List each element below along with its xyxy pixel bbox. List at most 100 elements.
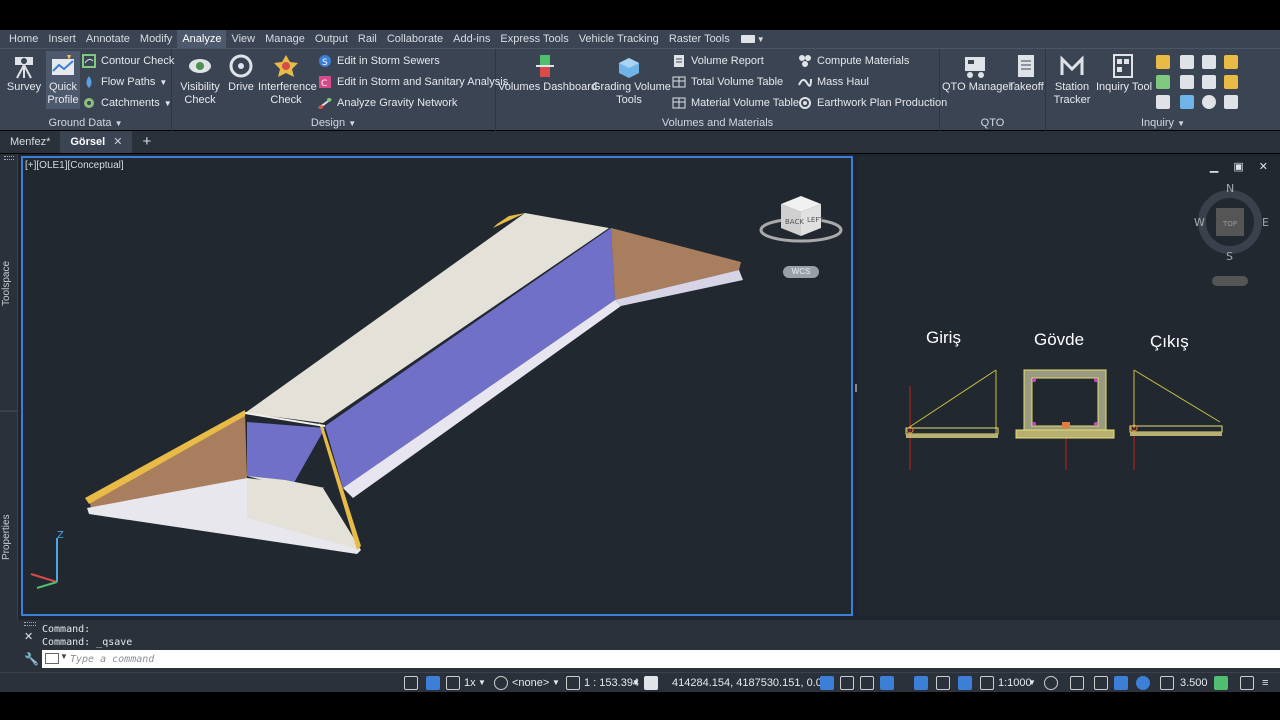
precision-value[interactable]: 3.500 (1180, 675, 1208, 691)
workspace-icon[interactable] (1094, 676, 1108, 690)
chevron-down-icon[interactable]: ▼ (164, 99, 172, 108)
command-input[interactable]: ▼ Type a command (42, 650, 1280, 668)
area-icon[interactable] (1180, 55, 1194, 69)
gear-icon[interactable] (1044, 676, 1058, 690)
id-point-icon[interactable] (1156, 95, 1170, 109)
volume-report-button[interactable]: Volume Report (672, 53, 764, 69)
interference-check-button[interactable]: Interference Check (258, 53, 317, 107)
distance-icon[interactable] (1156, 55, 1170, 69)
coordinate-system[interactable]: <none> (512, 675, 549, 691)
chevron-down-icon[interactable]: ▼ (552, 675, 560, 691)
viewport-splitter[interactable] (855, 384, 857, 392)
customize-wrench-icon[interactable]: 🔧 (24, 652, 39, 666)
file-tab-gorsel[interactable]: Görsel ✕ (60, 131, 133, 153)
toolspace-tab[interactable]: Toolspace (1, 261, 12, 306)
compass[interactable]: TOP N E S W (1194, 184, 1274, 264)
panel-title-design[interactable]: Design ▼ (172, 117, 495, 129)
grip-icon[interactable] (24, 622, 36, 626)
catchments-button[interactable]: Catchments ▼ (82, 95, 172, 111)
command-prompt-icon[interactable] (45, 653, 59, 664)
chevron-down-icon[interactable]: ▼ (632, 675, 640, 691)
tab-view[interactable]: View (226, 30, 260, 48)
new-tab-button[interactable]: + (132, 131, 161, 153)
sum-icon[interactable] (1202, 75, 1216, 89)
volumes-dashboard-button[interactable]: Volumes Dashboard (498, 53, 597, 94)
contour-check-button[interactable]: Contour Check (82, 53, 174, 69)
view-cube[interactable]: BACK LEFT (757, 186, 847, 256)
grid-icon[interactable] (1224, 75, 1238, 89)
calculator-icon[interactable] (1224, 95, 1238, 109)
qto-manager-button[interactable]: QTO Manager (942, 53, 1012, 94)
panel-title-inquiry[interactable]: Inquiry ▼ (1046, 117, 1280, 129)
measure-icon[interactable] (1224, 55, 1238, 69)
close-icon[interactable]: ✕ (113, 131, 122, 153)
tab-manage[interactable]: Manage (260, 30, 310, 48)
angle-icon[interactable] (1180, 75, 1194, 89)
tab-modify[interactable]: Modify (135, 30, 177, 48)
grip-icon[interactable] (4, 156, 14, 160)
osnap-icon[interactable] (860, 676, 874, 690)
tab-add-ins[interactable]: Add-ins (448, 30, 495, 48)
viewport-3d[interactable]: [+][OLE1][Conceptual] BACK LEFT WCS Z (21, 156, 853, 616)
clock-icon[interactable] (1202, 95, 1216, 109)
tab-home[interactable]: Home (4, 30, 43, 48)
precision-icon[interactable] (1160, 676, 1174, 690)
clean-screen-icon[interactable] (1214, 676, 1228, 690)
grading-volume-tools-button[interactable]: Grading Volume Tools (592, 53, 671, 107)
drive-button[interactable]: Drive (226, 53, 256, 94)
material-volume-table-button[interactable]: Material Volume Table (672, 95, 799, 111)
cogo-icon[interactable] (1240, 676, 1254, 690)
ribbon-toggle-icon[interactable] (740, 35, 755, 43)
analyze-gravity-network-button[interactable]: Analyze Gravity Network (318, 95, 457, 111)
annotation-scale-factor[interactable]: 1x (464, 675, 476, 691)
window-controls[interactable]: ▁ ▣ ✕ (1210, 160, 1274, 173)
wcs-menu[interactable]: WCS (783, 266, 819, 278)
otrack-icon[interactable] (880, 676, 894, 690)
ortho-icon[interactable] (404, 676, 418, 690)
station-tracker-button[interactable]: Station Tracker (1050, 53, 1094, 107)
lock-icon[interactable] (644, 676, 658, 690)
annotation-visibility-icon[interactable] (446, 676, 460, 690)
panel-title-ground-data[interactable]: Ground Data ▼ (0, 117, 171, 129)
menu-icon[interactable]: ≡ (1262, 675, 1268, 691)
takeoff-button[interactable]: Takeoff (1008, 53, 1044, 94)
chevron-down-icon[interactable]: ▼ (757, 35, 765, 44)
earthwork-plan-button[interactable]: Earthwork Plan Production (798, 95, 947, 111)
tab-insert[interactable]: Insert (43, 30, 81, 48)
visibility-check-button[interactable]: Visibility Check (178, 53, 222, 107)
annotation-icon[interactable] (980, 676, 994, 690)
viewport-scale[interactable]: 1 : 153.394 (584, 675, 639, 691)
properties-tab[interactable]: Properties (1, 514, 12, 560)
tab-express-tools[interactable]: Express Tools (495, 30, 573, 48)
chevron-down-icon[interactable]: ▼ (1028, 675, 1036, 691)
arc-icon[interactable] (1156, 75, 1170, 89)
lineweight-icon[interactable] (914, 676, 928, 690)
viewport-2d[interactable]: ▁ ▣ ✕ TOP N E S W Giriş Gövde Çıkış (858, 156, 1280, 616)
tab-output[interactable]: Output (310, 30, 353, 48)
globe-icon[interactable] (494, 676, 508, 690)
tab-analyze[interactable]: Analyze (177, 30, 227, 48)
chevron-down-icon[interactable]: ▼ (478, 675, 486, 691)
hardware-accel-icon[interactable] (1136, 676, 1150, 690)
mass-haul-button[interactable]: Mass Haul (798, 74, 869, 90)
tab-raster-tools[interactable]: Raster Tools (664, 30, 735, 48)
snap-icon[interactable] (840, 676, 854, 690)
close-icon[interactable]: ✕ (24, 630, 33, 643)
inquiry-tool-button[interactable]: Inquiry Tool (1096, 53, 1152, 94)
selection-cycling-icon[interactable] (958, 676, 972, 690)
survey-button[interactable]: Survey (6, 53, 42, 94)
plus-icon[interactable] (1070, 676, 1084, 690)
zoom-icon[interactable] (1180, 95, 1194, 109)
isolate-icon[interactable] (1114, 676, 1128, 690)
tab-collaborate[interactable]: Collaborate (382, 30, 448, 48)
quick-profile-button[interactable]: Quick Profile (46, 51, 80, 109)
model-space-icon[interactable] (820, 676, 834, 690)
tab-rail[interactable]: Rail (353, 30, 382, 48)
total-volume-table-button[interactable]: Total Volume Table (672, 74, 783, 90)
tab-vehicle-tracking[interactable]: Vehicle Tracking (574, 30, 664, 48)
viewport-scale-icon[interactable] (566, 676, 580, 690)
transparency-icon[interactable] (936, 676, 950, 690)
wcs-menu-2[interactable] (1212, 276, 1248, 286)
tab-annotate[interactable]: Annotate (81, 30, 135, 48)
polar-icon[interactable] (426, 676, 440, 690)
